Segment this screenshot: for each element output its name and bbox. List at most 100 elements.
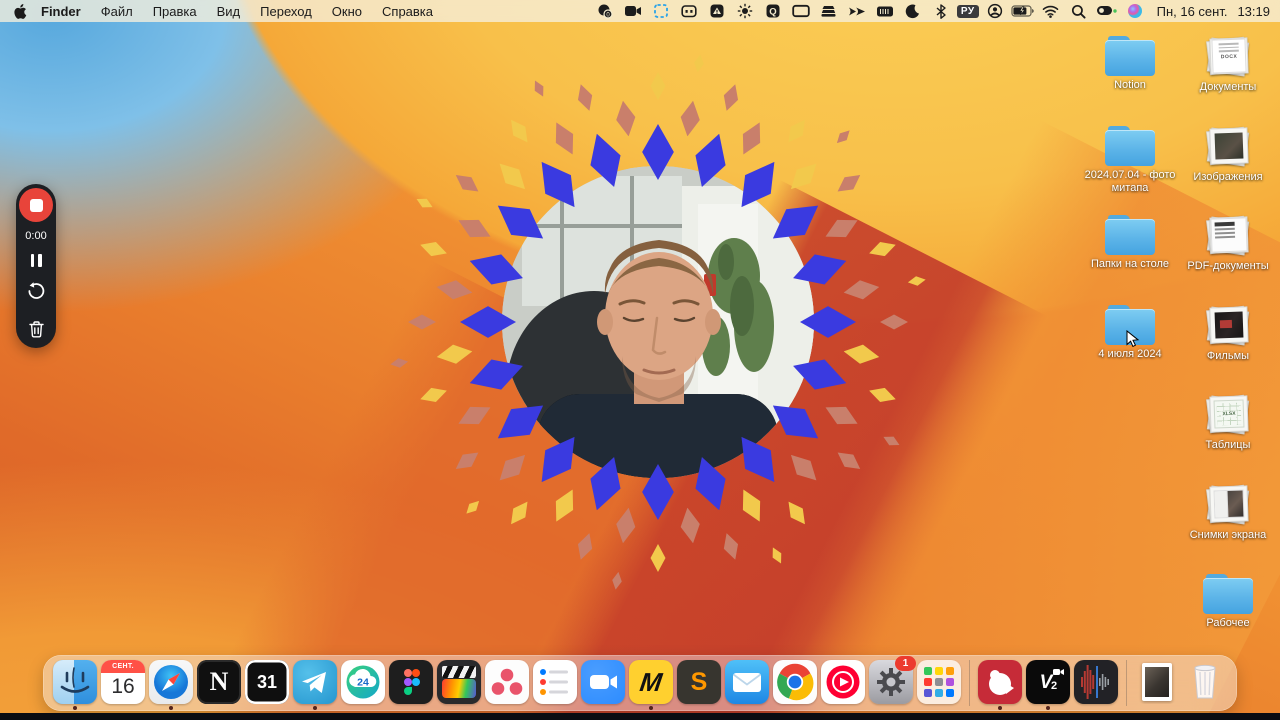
dock-item-calendar[interactable]: СЕНТ. 16	[101, 660, 145, 706]
dock-item-system-settings[interactable]: 1	[869, 656, 916, 706]
frame-diamond	[782, 115, 812, 148]
dock-item-audio-waveform-app[interactable]	[1074, 660, 1118, 706]
desktop-icon-изображения[interactable]: Изображения	[1180, 126, 1276, 184]
menu-clock[interactable]: Пн, 16 сент. 13:19	[1151, 4, 1270, 19]
dock-item-zoom[interactable]	[581, 660, 625, 706]
q-box-icon[interactable]: Q	[761, 2, 785, 20]
frame-diamond	[530, 78, 548, 99]
delete-recording-button[interactable]	[28, 320, 45, 343]
frame-diamond	[650, 544, 667, 572]
dock-item-v2-camera-app[interactable]: V2	[1026, 660, 1070, 710]
menu-item-файл[interactable]: Файл	[91, 4, 143, 19]
wifi-icon[interactable]	[1039, 2, 1063, 20]
dock-item-final-cut-pro[interactable]	[437, 660, 481, 706]
desktop-icon-label: Таблицы	[1205, 439, 1251, 451]
frame-diamond	[435, 276, 474, 303]
desktop-icon-документы[interactable]: DOCX Документы	[1180, 36, 1276, 94]
dock-item-calendars-24[interactable]: 24	[341, 660, 385, 706]
moon-icon[interactable]	[901, 2, 925, 20]
desktop-icon-pdf-документы[interactable]: PDF-документы	[1180, 215, 1276, 273]
frame-diamond	[821, 211, 863, 247]
dock-item-mail[interactable]	[725, 660, 769, 706]
frame-diamond	[821, 398, 863, 434]
stack-icon[interactable]	[817, 2, 841, 20]
desktop-icon-фильмы[interactable]: Фильмы	[1180, 305, 1276, 363]
sun-icon[interactable]	[733, 2, 757, 20]
user-account-icon[interactable]	[983, 2, 1007, 20]
asana-icon	[485, 660, 529, 704]
folder-icon	[1203, 574, 1253, 614]
stop-icon	[29, 198, 43, 212]
app-menus: Finder Файл Правка Вид Переход Окно Справка	[33, 4, 443, 19]
chrome-icon	[773, 660, 817, 704]
recording-timer: 0:00	[25, 230, 47, 242]
miro-icon: M	[629, 660, 673, 704]
frame-diamond	[418, 383, 450, 408]
desktop-icon-таблицы[interactable]: XLSX Таблицы	[1180, 394, 1276, 452]
forward-icon[interactable]	[845, 2, 869, 20]
menu-item-окно[interactable]: Окно	[322, 4, 372, 19]
menu-item-правка[interactable]: Правка	[143, 4, 207, 19]
menu-item-вид[interactable]: Вид	[207, 4, 251, 19]
desktop-icon-папки-на-столе[interactable]: Папки на столе	[1082, 215, 1178, 271]
screen-select-icon[interactable]	[649, 2, 673, 20]
frame-diamond	[833, 126, 854, 147]
running-indicator	[1046, 706, 1050, 710]
video-camera-icon[interactable]	[621, 2, 645, 20]
youtube-music-icon	[821, 660, 865, 704]
dock-item-youtube-music[interactable]	[821, 660, 865, 706]
dock-item-finder[interactable]	[53, 660, 97, 710]
dock-item-trash[interactable]	[1183, 660, 1227, 706]
search-icon[interactable]	[1067, 2, 1091, 20]
display-icon[interactable]	[789, 2, 813, 20]
mouse-cursor	[1126, 329, 1141, 353]
frame-diamond	[547, 117, 583, 159]
dock-item-safari[interactable]	[149, 660, 193, 710]
frame-diamond	[734, 117, 770, 159]
desktop-icon-notion[interactable]: Notion	[1082, 36, 1178, 92]
dock-item-sublime-text[interactable]: S	[677, 660, 721, 706]
input-source-badge[interactable]: РУ	[956, 4, 979, 18]
robot-icon[interactable]	[677, 2, 701, 20]
dock-item-asana[interactable]	[485, 660, 529, 706]
warning-box-icon[interactable]	[705, 2, 729, 20]
dock-item-notion[interactable]: N	[197, 660, 241, 706]
desktop-icon-label: Рабочее	[1206, 617, 1250, 629]
menu-item-справка[interactable]: Справка	[372, 4, 443, 19]
calendar-icon: СЕНТ. 16	[101, 660, 145, 704]
v2-camera-app-icon: V2	[1026, 660, 1070, 704]
folder-icon	[1105, 36, 1155, 76]
dock-item-bear[interactable]	[978, 660, 1022, 710]
pause-button[interactable]	[30, 254, 42, 267]
switch-icon[interactable]	[1095, 2, 1119, 20]
battery-icon[interactable]	[1010, 2, 1035, 20]
dock-item-launchpad[interactable]	[917, 660, 961, 706]
desktop-icon-2024-07-04-фото-митапа[interactable]: 2024.07.04 - фото митапа	[1082, 126, 1178, 194]
dock-item-figma[interactable]	[389, 660, 433, 706]
frame-diamond	[867, 383, 899, 408]
dock-item-notion-calendar[interactable]: 31	[245, 660, 289, 706]
dock-item-telegram[interactable]	[293, 660, 337, 710]
siri-icon[interactable]	[1123, 2, 1147, 20]
dock-item-photo-file[interactable]	[1135, 660, 1179, 706]
menu-app-name[interactable]: Finder	[33, 4, 91, 19]
desktop-icon-рабочее[interactable]: Рабочее	[1180, 574, 1276, 630]
restart-button[interactable]	[26, 281, 46, 306]
frame-diamond	[650, 72, 666, 100]
dock-item-chrome[interactable]	[773, 660, 817, 706]
svg-text:Q: Q	[769, 7, 776, 18]
desktop-icon-label: Снимки экрана	[1189, 529, 1267, 541]
running-indicator	[998, 706, 1002, 710]
desktop-icon-снимки-экрана[interactable]: Снимки экрана	[1180, 484, 1276, 542]
bluetooth-icon[interactable]	[929, 2, 953, 20]
dock-item-reminders[interactable]	[533, 660, 577, 706]
menu-item-переход[interactable]: Переход	[250, 4, 322, 19]
barcode-icon[interactable]	[873, 2, 897, 20]
apple-menu-icon[interactable]	[0, 3, 33, 19]
timer-icon[interactable]: 0	[593, 2, 617, 20]
dock: СЕНТ. 16 N 31 24 M S 1 V 2	[43, 655, 1237, 711]
file-stack-icon: XLSX	[1202, 394, 1254, 436]
notion-calendar-icon: 31	[245, 660, 289, 704]
stop-record-button[interactable]	[19, 188, 53, 222]
dock-item-miro[interactable]: M	[629, 660, 673, 710]
